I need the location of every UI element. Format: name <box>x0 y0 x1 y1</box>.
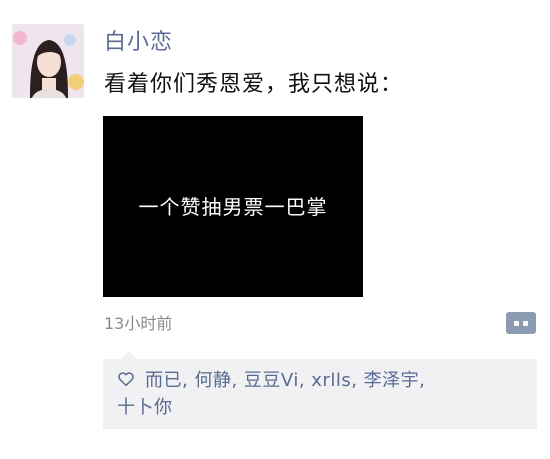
separator: , <box>298 370 312 391</box>
separator: , <box>351 370 364 391</box>
separator: , <box>419 370 426 391</box>
dot-icon <box>523 320 528 326</box>
username[interactable]: 白小恋 <box>104 29 173 57</box>
moments-post: 白小恋 看着你们秀恩爱，我只想说： 一个赞抽男票一巴掌 13小时前 而已, 何静… <box>0 0 550 459</box>
heart-outline-icon <box>118 372 134 387</box>
liker-name[interactable]: 十卜你 <box>117 397 173 418</box>
liker-name[interactable]: 李泽宇 <box>364 370 420 391</box>
timestamp: 13小时前 <box>104 314 173 333</box>
avatar[interactable] <box>12 24 84 98</box>
post-text: 看着你们秀恩爱，我只想说： <box>104 72 404 97</box>
liker-name[interactable]: 豆豆Vi <box>244 370 299 391</box>
liker-name[interactable]: 何静 <box>194 370 231 391</box>
separator: , <box>231 370 244 391</box>
avatar-photo <box>12 24 84 98</box>
likes-list: 而已, 何静, 豆豆Vi, xrlls, 李泽宇, 十卜你 <box>117 367 527 421</box>
image-caption: 一个赞抽男票一巴掌 <box>138 195 328 219</box>
liker-name[interactable]: 而已 <box>145 370 182 391</box>
dot-icon <box>514 320 519 326</box>
likes-panel: 而已, 何静, 豆豆Vi, xrlls, 李泽宇, 十卜你 <box>103 351 537 429</box>
post-image[interactable]: 一个赞抽男票一巴掌 <box>103 116 363 297</box>
separator: , <box>182 370 195 391</box>
comment-button[interactable] <box>506 312 536 334</box>
liker-name[interactable]: xrlls <box>311 370 351 391</box>
